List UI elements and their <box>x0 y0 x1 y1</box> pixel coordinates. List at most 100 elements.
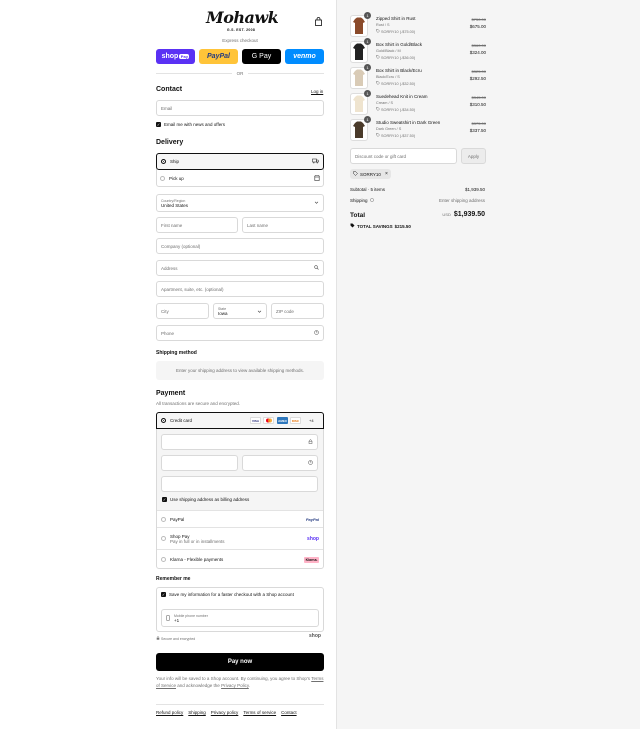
footer-link-terms[interactable]: Terms of service <box>243 710 276 715</box>
applied-discount-tag: SORRY10 × <box>350 169 391 179</box>
shop-pay-button[interactable]: shop Pay <box>156 49 195 64</box>
security-code-input[interactable] <box>242 455 318 471</box>
save-info-checkbox[interactable]: ✓ <box>161 592 166 597</box>
card-number-input[interactable] <box>161 434 318 450</box>
quantity-badge: 1 <box>364 12 371 19</box>
product-discount-text: SORRY10 (-$32.50) <box>381 81 416 86</box>
cart-item: 1 Zipped Shirt in Rust Rust / S SORRY10 … <box>350 12 486 39</box>
apartment-input[interactable]: Apartment, suite, etc. (optional) <box>156 281 324 297</box>
company-input[interactable]: Company (optional) <box>156 238 324 254</box>
product-thumbnail: 1 <box>350 12 371 37</box>
remove-code-icon[interactable]: × <box>385 171 388 177</box>
product-original-price: $360.00 <box>471 43 486 48</box>
klarna-option[interactable]: Klarna - Flexible payments Klarna. <box>157 551 323 568</box>
state-value: Iowa <box>218 310 228 316</box>
news-checkbox[interactable]: ✓ <box>156 122 161 127</box>
first-name-input[interactable]: First name <box>156 217 238 233</box>
shipping-row: Shipping <box>350 198 374 203</box>
discount-input[interactable]: Discount code or gift card <box>350 148 457 164</box>
footer-link-contact[interactable]: Contact <box>281 710 297 715</box>
expiry-input[interactable] <box>161 455 238 471</box>
country-select[interactable]: Country/Region United States <box>156 194 324 212</box>
discount-tag-icon <box>376 55 380 60</box>
truck-icon <box>312 158 319 166</box>
paypal-option[interactable]: PayPal PayPal <box>157 511 323 527</box>
shop-pay-option[interactable]: Shop Pay Pay in full or in installments … <box>157 528 323 549</box>
subtotal-label: Subtotal · 5 items <box>350 187 386 192</box>
shipping-label: Shipping <box>350 198 368 203</box>
more-brands-label: +4 <box>309 418 314 423</box>
last-name-input[interactable]: Last name <box>242 217 324 233</box>
phone-placeholder: Phone <box>161 330 175 336</box>
footer-link-refund[interactable]: Refund policy <box>156 710 183 715</box>
paypal-express-button[interactable]: PayPal <box>199 49 238 64</box>
discount-tag-icon <box>376 133 380 138</box>
quantity-badge: 1 <box>364 64 371 71</box>
login-link[interactable]: Log in <box>311 89 323 94</box>
disclaimer-text-2: and acknowledge the <box>177 682 220 688</box>
pickup-radio[interactable] <box>160 176 165 181</box>
product-price: $324.00 <box>469 50 486 55</box>
shipping-help-icon[interactable] <box>369 198 374 203</box>
klarna-radio[interactable] <box>161 557 166 562</box>
shop-logo: shop <box>309 633 321 639</box>
phone-input[interactable]: Phone <box>156 325 324 341</box>
billing-checkbox-row[interactable]: ✓ Use shipping address as billing addres… <box>162 497 249 502</box>
savings-label: TOTAL SAVINGS <box>357 223 393 229</box>
shop-pay-badge: Pay <box>179 54 190 59</box>
footer-link-shipping[interactable]: Shipping <box>188 710 206 715</box>
city-input[interactable]: City <box>156 303 209 319</box>
mobile-phone-input[interactable]: Mobile phone number +1 <box>161 609 319 627</box>
name-on-card-input[interactable] <box>161 476 318 492</box>
footer-divider <box>156 704 324 705</box>
paypal-radio[interactable] <box>161 516 166 522</box>
help-icon[interactable] <box>314 330 319 336</box>
product-discount: SORRY10 (-$37.50) <box>376 133 415 138</box>
delivery-option-ship[interactable]: Ship <box>156 153 324 170</box>
billing-label: Use shipping address as billing address <box>170 497 250 502</box>
footer-link-privacy[interactable]: Privacy policy <box>211 710 239 715</box>
cart-item: 1 Box Shirt in Gold/Black Gold/Black / M… <box>350 38 486 65</box>
divider <box>157 549 323 550</box>
product-discount: SORRY10 (-$75.00) <box>376 29 415 34</box>
save-info-label: Save my information for a faster checkou… <box>169 592 294 597</box>
ship-label: Ship <box>170 159 180 164</box>
product-variant: Cream / S <box>376 101 394 105</box>
product-thumbnail: 1 <box>350 116 371 141</box>
pay-now-button[interactable]: Pay now <box>156 653 324 671</box>
shop-pay-label: shop <box>161 53 179 60</box>
email-input[interactable]: Email <box>156 100 324 116</box>
disclaimer-text: Your info will be saved to a Shop accoun… <box>156 676 311 681</box>
billing-checkbox[interactable]: ✓ <box>162 497 167 502</box>
shipping-method-notice: Enter your shipping address to view avai… <box>156 361 324 380</box>
privacy-link[interactable]: Privacy Policy <box>221 683 249 688</box>
klarna-logo: Klarna. <box>304 556 319 563</box>
klarna-label: Klarna - Flexible payments <box>170 557 224 562</box>
delivery-option-pickup[interactable]: Pick up <box>156 170 324 187</box>
product-price: $310.50 <box>469 102 486 107</box>
address-input[interactable]: Address <box>156 260 324 276</box>
ship-radio[interactable] <box>161 159 166 164</box>
cart-bag-icon[interactable] <box>314 17 323 26</box>
cart-item: 1 Suedehead Knit in Cream Cream / S SORR… <box>350 90 486 117</box>
state-chevron-icon <box>257 309 262 316</box>
product-discount-text: SORRY10 (-$36.00) <box>381 55 416 60</box>
zip-input[interactable]: ZIP code <box>271 303 324 319</box>
google-pay-button[interactable]: G Pay <box>242 49 281 64</box>
store-tagline: G.S. EST. 2008 <box>226 28 256 32</box>
product-discount-text: SORRY10 (-$34.50) <box>381 107 416 112</box>
news-checkbox-row[interactable]: ✓ Email me with news and offers <box>156 122 225 127</box>
shop-pay-radio[interactable] <box>161 536 166 541</box>
product-price: $292.50 <box>469 76 486 81</box>
product-name: Box Shirt in Gold/Black <box>376 42 423 47</box>
apply-button[interactable]: Apply <box>461 148 486 164</box>
store-logo[interactable]: Mohawk <box>206 8 279 27</box>
venmo-button[interactable]: venmo <box>285 49 324 64</box>
express-checkout-title: Express checkout <box>222 38 258 43</box>
disclaimer-end: . <box>248 682 251 688</box>
credit-card-radio[interactable] <box>161 418 166 423</box>
cvv-help-icon[interactable] <box>308 460 313 466</box>
mobile-icon <box>166 614 170 622</box>
pickup-label: Pick up <box>169 176 184 181</box>
save-info-row[interactable]: ✓ Save my information for a faster check… <box>161 592 294 597</box>
